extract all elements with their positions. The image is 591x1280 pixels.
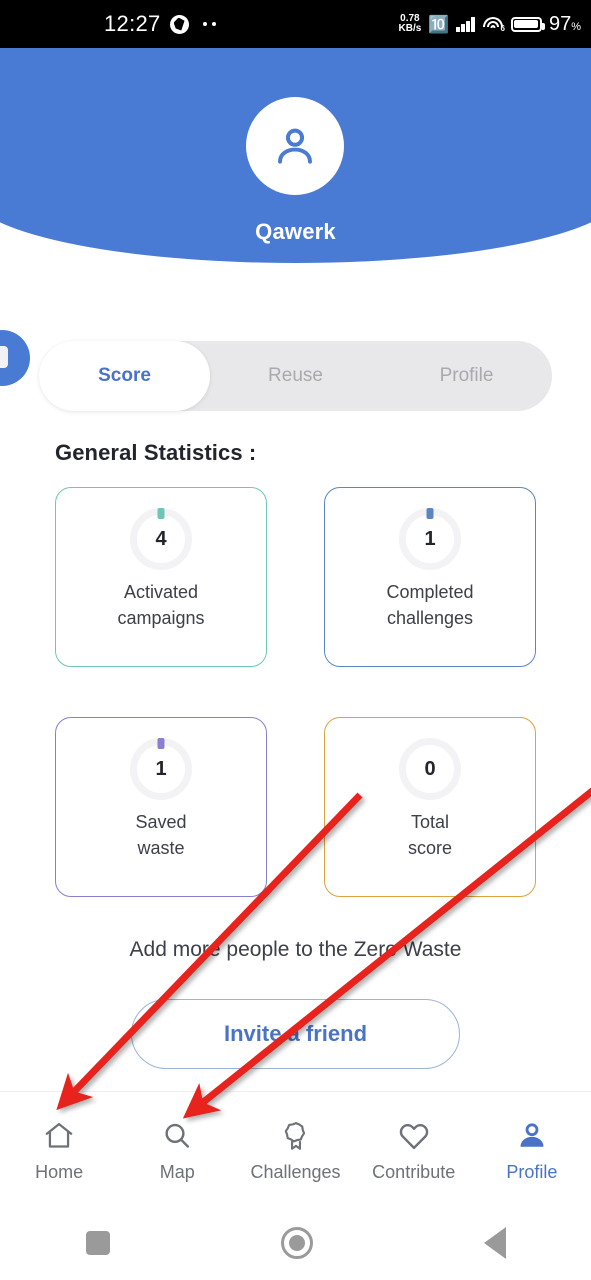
tab-reuse[interactable]: Reuse: [210, 341, 381, 411]
nav-label: Challenges: [250, 1161, 341, 1182]
progress-ring: 1: [130, 738, 192, 800]
bottom-navigation-bar: Home Map Challenges Contribute Profile: [0, 1091, 591, 1205]
avatar[interactable]: [246, 97, 344, 195]
segmented-tab-bar: Score Reuse Profile: [39, 341, 552, 411]
stat-label-line2: campaigns: [117, 607, 205, 628]
nav-item-map[interactable]: Map: [118, 1092, 236, 1205]
home-icon: [45, 1122, 73, 1148]
globe-icon: [169, 14, 189, 34]
progress-ring: 1: [399, 508, 461, 570]
nav-label: Contribute: [372, 1161, 456, 1182]
stat-value: 4: [155, 527, 167, 550]
stat-label: Total score: [408, 810, 452, 861]
stat-card-saved-waste[interactable]: 1 Saved waste: [55, 717, 267, 897]
battery-percent: 97%: [548, 12, 581, 35]
stat-label-line1: Saved: [135, 812, 187, 832]
nav-label: Home: [35, 1161, 84, 1182]
battery-icon: [510, 16, 545, 32]
triangle-back-icon[interactable]: [483, 1226, 506, 1259]
network-speed-unit: KB/s: [398, 23, 422, 34]
stat-card-activated-campaigns[interactable]: 4 Activated campaigns: [55, 487, 267, 667]
heart-icon: [399, 1123, 428, 1149]
wifi-generation-label: 6: [500, 24, 505, 33]
nav-item-challenges[interactable]: Challenges: [236, 1092, 354, 1205]
stat-label: Completed challenges: [386, 580, 473, 631]
tab-profile[interactable]: Profile: [381, 341, 552, 411]
progress-ring: 0: [399, 738, 461, 800]
clock-time: 12:27: [104, 11, 161, 36]
stat-label-line2: challenges: [386, 607, 474, 628]
nav-label: Map: [159, 1161, 195, 1182]
nav-item-profile[interactable]: Profile: [473, 1092, 591, 1205]
card-row: 4 Activated campaigns 1 Completed challe…: [55, 487, 536, 667]
nav-item-home[interactable]: Home: [0, 1092, 118, 1205]
clipped-blue-badge-icon[interactable]: [0, 330, 30, 386]
status-bar-left: 12:27: [104, 0, 216, 48]
android-system-nav: [0, 1205, 591, 1280]
stat-label: Activated campaigns: [117, 580, 204, 631]
invite-a-friend-button[interactable]: Invite a friend: [131, 999, 460, 1069]
stat-label-line2: waste: [137, 837, 185, 858]
status-bar-right: 0.78 KB/s 🔟 6 97%: [399, 0, 582, 48]
profile-username: Qawerk: [255, 219, 336, 244]
nav-label: Profile: [506, 1161, 558, 1182]
stat-label: Saved waste: [135, 810, 186, 861]
stat-card-total-score[interactable]: 0 Total score: [324, 717, 536, 897]
cellular-signal-icon: [456, 16, 475, 32]
square-recents-icon[interactable]: [85, 1230, 110, 1255]
bluetooth-icon: 🔟: [428, 14, 450, 34]
stat-value: 0: [424, 757, 436, 780]
stat-label-line1: Total: [410, 812, 449, 832]
stat-label-line1: Completed: [386, 582, 474, 602]
stat-label-line2: score: [407, 837, 452, 858]
person-avatar-icon: [278, 128, 312, 164]
stat-card-completed-challenges[interactable]: 1 Completed challenges: [324, 487, 536, 667]
stat-value: 1: [155, 757, 167, 780]
android-status-bar: 12:27 0.78 KB/s 🔟 6 97%: [0, 0, 591, 48]
person-icon: [520, 1122, 544, 1147]
card-row: 1 Saved waste 0 Total score: [55, 717, 536, 897]
more-dots-icon: [202, 22, 216, 26]
tab-score[interactable]: Score: [39, 341, 210, 411]
network-speed-indicator: 0.78 KB/s: [398, 13, 422, 34]
statistics-cards: 4 Activated campaigns 1 Completed challe…: [55, 487, 536, 897]
nav-item-contribute[interactable]: Contribute: [355, 1092, 473, 1205]
app-screen: 12:27 0.78 KB/s 🔟 6 97% Qawerk Score Reu…: [0, 0, 591, 1280]
progress-ring: 4: [130, 508, 192, 570]
search-icon: [165, 1123, 190, 1148]
stat-value: 1: [424, 527, 436, 550]
stat-label-line1: Activated: [123, 582, 199, 602]
wifi-icon: 6: [482, 16, 505, 33]
page-title: General Statistics :: [55, 440, 257, 465]
badge-icon: [284, 1121, 305, 1150]
invite-prompt: Add more people to the Zero Waste: [129, 938, 462, 961]
circle-home-icon[interactable]: [280, 1226, 313, 1259]
